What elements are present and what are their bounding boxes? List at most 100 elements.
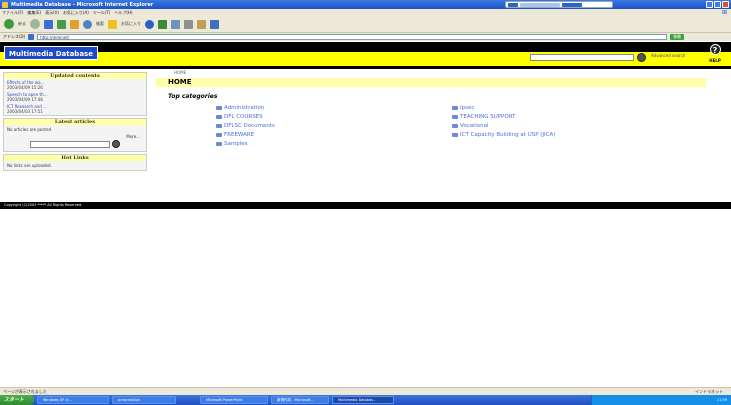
category-link[interactable]: TEACHING SUPPORT (452, 114, 515, 120)
taskbar-item[interactable]: Multimedia Databas... (332, 396, 394, 404)
close-icon[interactable] (722, 1, 729, 8)
taskbar-item[interactable]: Windows XP の... (37, 396, 109, 404)
menu-file[interactable]: ファイル(F) (2, 10, 23, 16)
favorites-label[interactable]: お気に入り (121, 21, 141, 27)
top-widget[interactable] (505, 1, 613, 8)
category-label: Samples (224, 141, 248, 147)
clock: 11:59 (716, 398, 727, 402)
forward-icon[interactable] (30, 19, 40, 29)
category-link[interactable]: Ipsec (452, 105, 474, 111)
help-icon: ? (709, 44, 721, 55)
address-bar: アドレス(D) 移動 (0, 33, 731, 41)
list-item[interactable]: Speech to open th... 2003/04/09 17:48 (4, 91, 146, 103)
updated-contents-block: Updated contents Effects of the wa... 20… (3, 72, 147, 116)
address-input[interactable] (37, 34, 668, 40)
back-label[interactable]: 戻る (18, 21, 26, 27)
taskbar-item[interactable]: 新規作成 - Microsoft... (271, 396, 329, 404)
home-icon[interactable] (70, 19, 79, 29)
address-label: アドレス(D) (3, 34, 26, 39)
taskbar-item[interactable]: Microsoft PowerPoint (200, 396, 268, 404)
page-content: Multimedia Database Advanced search ? HE… (0, 42, 731, 387)
menu-view[interactable]: 表示(V) (45, 10, 59, 16)
stop-icon[interactable] (44, 19, 53, 29)
page-icon (28, 34, 35, 40)
folder-icon (216, 115, 222, 119)
menu-favorites[interactable]: お気に入り(A) (63, 10, 89, 16)
start-button[interactable]: スタート (0, 395, 34, 405)
category-link[interactable]: DFLSC Documents (216, 123, 275, 129)
breadcrumb[interactable]: HOME (174, 70, 726, 75)
item-date: 2003/04/03 17:51 (7, 109, 43, 114)
category-link[interactable]: Administration (216, 105, 264, 111)
taskbar: スタート Windows XP の... presentation Micros… (0, 395, 731, 405)
category-label: Vocational (460, 123, 489, 129)
folder-icon (216, 106, 222, 110)
category-link[interactable]: Samples (216, 141, 248, 147)
menu-edit[interactable]: 編集(E) (27, 10, 41, 16)
taskbar-item[interactable]: presentation (112, 396, 176, 404)
edit-icon[interactable] (197, 19, 206, 29)
menu-help[interactable]: ヘルプ(H) (114, 10, 132, 16)
latest-articles-block: Latest articles No articles are posted. … (3, 118, 147, 152)
category-label: DFLSC Documents (224, 123, 275, 129)
category-link[interactable]: ICT Capacity Building at USP (JICA) (452, 132, 555, 138)
windows-logo-icon: ⊞ (721, 9, 728, 16)
article-search-input[interactable] (30, 140, 110, 148)
site-header: Multimedia Database Advanced search ? HE… (0, 42, 731, 69)
window-title: Multimedia Database - Microsoft Internet… (11, 1, 154, 8)
category-label: ICT Capacity Building at USP (JICA) (460, 132, 556, 138)
category-link[interactable]: Vocational (452, 123, 489, 129)
page-footer: Copyright (C)2003 ***** All Rights Reser… (0, 202, 731, 209)
list-item[interactable]: Effects of the wa... 2003/04/09 15:26 (4, 79, 146, 91)
top-categories-heading: Top categories (168, 93, 218, 100)
media-icon[interactable] (145, 19, 154, 29)
widget-segment (520, 2, 560, 7)
latest-articles-text: No articles are posted. (7, 127, 53, 132)
back-icon[interactable] (4, 19, 14, 29)
category-label: Ipsec (460, 105, 475, 111)
help-button[interactable]: ? HELP (706, 44, 724, 63)
article-search (4, 139, 146, 151)
menu-bar: ファイル(F) 編集(E) 表示(V) お気に入り(A) ツール(T) ヘルプ(… (0, 9, 731, 16)
main-content: HOME HOME Top categories Administration … (156, 70, 726, 165)
site-logo[interactable]: Multimedia Database (4, 46, 98, 60)
widget-segment (508, 2, 518, 7)
print-icon[interactable] (184, 19, 193, 29)
go-button[interactable]: 移動 (670, 34, 685, 40)
folder-icon (216, 142, 222, 146)
article-search-button[interactable] (112, 140, 120, 148)
folder-icon (216, 133, 222, 137)
help-label: HELP (709, 58, 721, 63)
refresh-icon[interactable] (57, 19, 66, 29)
category-link[interactable]: DFL COURSES (216, 114, 263, 120)
folder-icon (452, 106, 458, 110)
item-date: 2003/04/09 15:26 (7, 85, 43, 90)
ie-icon (2, 1, 8, 8)
category-label: TEACHING SUPPORT (460, 114, 516, 120)
maximize-icon[interactable] (714, 1, 721, 8)
system-tray: 11:59 (591, 395, 731, 405)
messenger-icon[interactable] (210, 19, 219, 29)
search-label[interactable]: 検索 (96, 21, 104, 27)
item-date: 2003/04/09 17:48 (7, 97, 43, 102)
site-search-button[interactable] (637, 53, 646, 62)
category-label: DFL COURSES (224, 114, 263, 120)
history-icon[interactable] (158, 19, 167, 29)
list-item[interactable]: ICT Research and ... 2003/04/03 17:51 (4, 103, 146, 115)
category-label: Administration (224, 105, 265, 111)
folder-icon (216, 124, 222, 128)
category-link[interactable]: FREEWARE (216, 132, 254, 138)
sidebar: Updated contents Effects of the wa... 20… (3, 72, 147, 173)
favorites-icon[interactable] (108, 19, 117, 29)
status-text: ページが表示されました (3, 388, 47, 394)
folder-icon (452, 133, 458, 137)
category-label: FREEWARE (224, 132, 255, 138)
menu-tools[interactable]: ツール(T) (93, 10, 111, 16)
advanced-search-link[interactable]: Advanced search (651, 53, 685, 58)
site-search-input[interactable] (530, 54, 634, 61)
minimize-icon[interactable] (706, 1, 713, 8)
mail-icon[interactable] (171, 19, 180, 29)
category-list: Administration DFL COURSES DFLSC Documen… (156, 105, 726, 165)
search-icon[interactable] (83, 19, 92, 29)
status-bar: ページが表示されました イントラネット (0, 387, 731, 395)
